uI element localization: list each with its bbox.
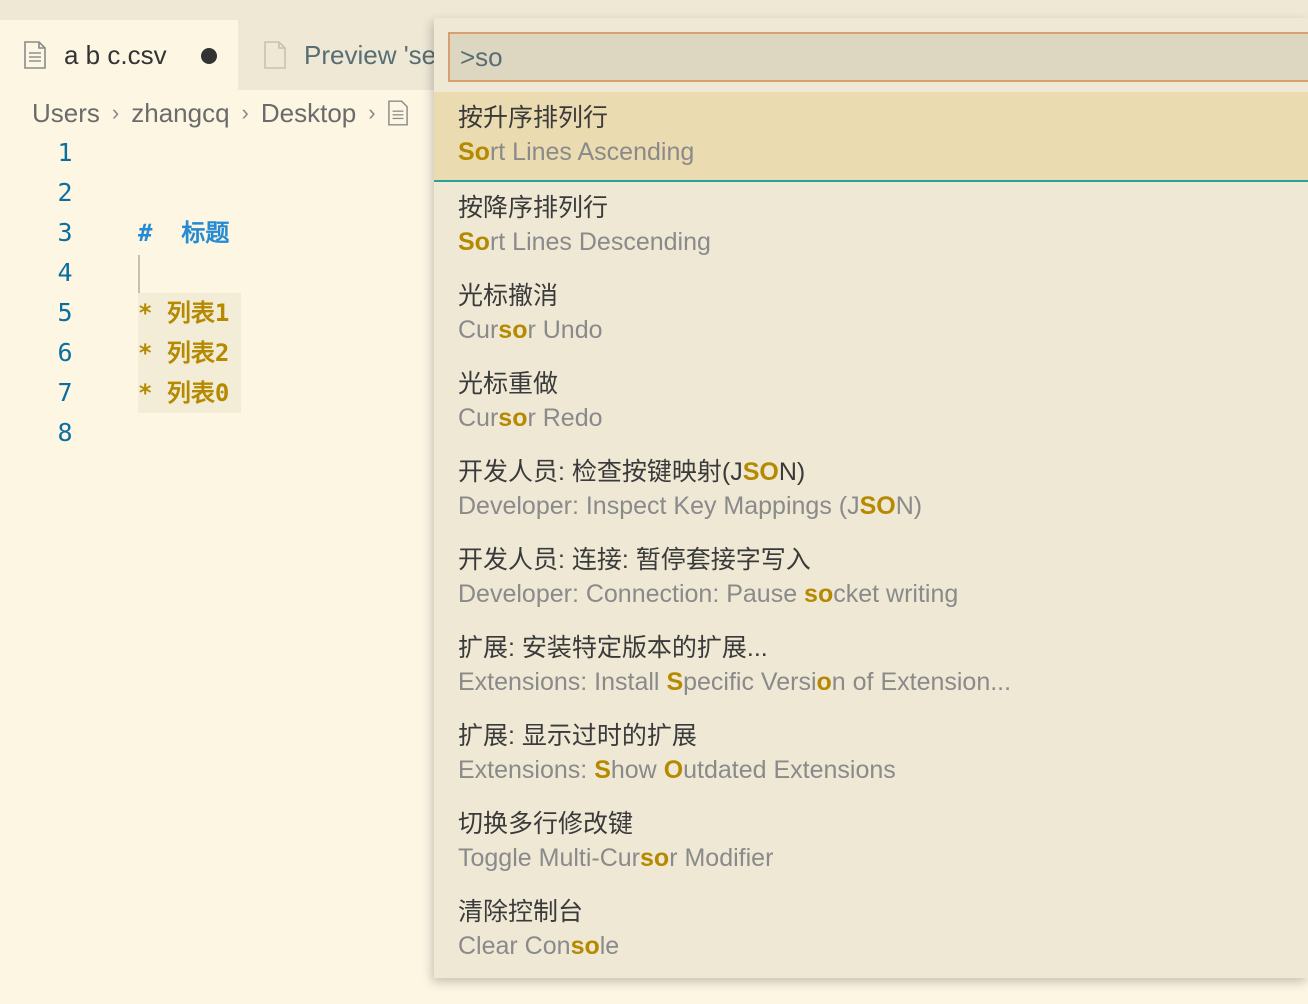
command-item[interactable]: 切换多行修改键 Toggle Multi-Cursor Modifier: [434, 798, 1308, 886]
command-detail: Sort Lines Ascending: [458, 138, 695, 166]
match-highlight: O: [663, 756, 684, 784]
command-item[interactable]: 开发人员: 检查按键映射(JSON) Developer: Inspect Key…: [434, 446, 1308, 534]
line-number: 8: [57, 418, 73, 447]
match-highlight: so: [570, 932, 600, 960]
command-detail: Developer: Connection: Pause socket writ…: [458, 580, 959, 608]
match-highlight: S: [666, 668, 684, 696]
file-icon: [24, 41, 46, 69]
command-item[interactable]: 扩展: 显示过时的扩展 Extensions: Show Outdated Ext…: [434, 710, 1308, 798]
breadcrumb-item-desktop[interactable]: Desktop: [261, 98, 356, 129]
command-item[interactable]: 光标重做 Cursor Redo: [434, 358, 1308, 446]
command-detail: Cursor Undo: [458, 316, 603, 344]
editor-line[interactable]: 2: [0, 173, 440, 213]
editor-line[interactable]: 5 * 列表1: [0, 293, 440, 333]
list-item-text: * 列表0: [138, 373, 242, 413]
match-highlight: so: [498, 316, 528, 344]
command-label: 按升序排列行: [458, 104, 609, 132]
command-palette-input[interactable]: [448, 32, 1308, 82]
command-item[interactable]: 开发人员: 连接: 暂停套接字写入 Developer: Connection: …: [434, 534, 1308, 622]
command-label: 开发人员: 检查按键映射(JSON): [458, 458, 806, 486]
command-item[interactable]: 清除控制台 Clear Console: [434, 886, 1308, 974]
command-item[interactable]: 按降序排列行 Sort Lines Descending: [434, 182, 1308, 270]
match-highlight: SO: [859, 492, 896, 520]
command-palette: 按升序排列行 Sort Lines Ascending 按降序排列行 Sort Lin…: [434, 18, 1308, 978]
unsaved-dot-icon[interactable]: [201, 48, 217, 64]
command-item[interactable]: 光标撤消 Cursor Undo: [434, 270, 1308, 358]
command-label: 扩展: 显示过时的扩展: [458, 722, 697, 750]
line-number: 5: [57, 298, 73, 327]
tab-abc-csv[interactable]: a b c.csv: [0, 20, 238, 90]
file-icon: [264, 41, 286, 69]
line-number: 7: [57, 378, 73, 407]
command-label: 按降序排列行: [458, 194, 609, 222]
command-label: 切换多行修改键: [458, 810, 634, 838]
command-label: 光标撤消: [458, 282, 559, 310]
command-detail: Toggle Multi-Cursor Modifier: [458, 844, 774, 872]
command-label: 扩展: 安装特定版本的扩展...: [458, 634, 768, 662]
editor-line[interactable]: 4: [0, 253, 440, 293]
list-item-text: * 列表1: [138, 293, 242, 333]
editor-line[interactable]: 6 * 列表2: [0, 333, 440, 373]
chevron-right-icon: ›: [111, 100, 120, 125]
command-label: 清除控制台: [458, 898, 584, 926]
line-number: 6: [57, 338, 73, 367]
command-detail: Extensions: Install Specific Version of …: [458, 668, 1012, 696]
command-list: 按升序排列行 Sort Lines Ascending 按降序排列行 Sort Lin…: [434, 92, 1308, 974]
match-highlight: so: [640, 844, 670, 872]
match-highlight: So: [458, 228, 490, 256]
command-item[interactable]: 扩展: 安装特定版本的扩展... Extensions: Install Spec…: [434, 622, 1308, 710]
editor-line[interactable]: 8: [0, 413, 440, 453]
command-label: 光标重做: [458, 370, 559, 398]
match-highlight: S: [594, 756, 611, 784]
line-number: 4: [57, 258, 73, 287]
command-item[interactable]: 按升序排列行 Sort Lines Ascending: [434, 92, 1308, 182]
breadcrumb-item-zhangcq[interactable]: zhangcq: [131, 98, 229, 129]
list-item-text: * 列表2: [138, 333, 242, 373]
match-highlight: o: [816, 668, 832, 696]
match-highlight: So: [458, 138, 490, 166]
tab-label: Preview 'se: [304, 39, 437, 70]
command-detail: Developer: Inspect Key Mappings (JSON): [458, 492, 923, 520]
markdown-heading: # 标题: [138, 219, 230, 247]
line-number: 3: [57, 218, 73, 247]
line-number: 2: [57, 178, 73, 207]
editor-line[interactable]: 7 * 列表0: [0, 373, 440, 413]
command-detail: Cursor Redo: [458, 404, 603, 432]
match-highlight: so: [804, 580, 834, 608]
command-detail: Extensions: Show Outdated Extensions: [458, 756, 896, 784]
editor-line[interactable]: 3 # 标题: [0, 213, 440, 253]
match-highlight: so: [498, 404, 528, 432]
editor-line[interactable]: 1: [0, 133, 440, 173]
line-number: 1: [57, 138, 73, 167]
command-detail: Clear Console: [458, 932, 620, 960]
command-label: 开发人员: 连接: 暂停套接字写入: [458, 546, 811, 574]
chevron-right-icon: ›: [368, 100, 376, 125]
command-detail: Sort Lines Descending: [458, 228, 711, 256]
match-highlight: SO: [742, 458, 779, 486]
chevron-right-icon: ›: [241, 100, 249, 125]
tab-preview[interactable]: Preview 'se: [240, 20, 440, 90]
breadcrumb-item-users[interactable]: Users: [32, 98, 100, 129]
breadcrumb: Users › zhangcq › Desktop ›: [32, 96, 408, 130]
tab-label: a b c.csv: [64, 39, 167, 70]
file-icon[interactable]: [387, 100, 408, 126]
